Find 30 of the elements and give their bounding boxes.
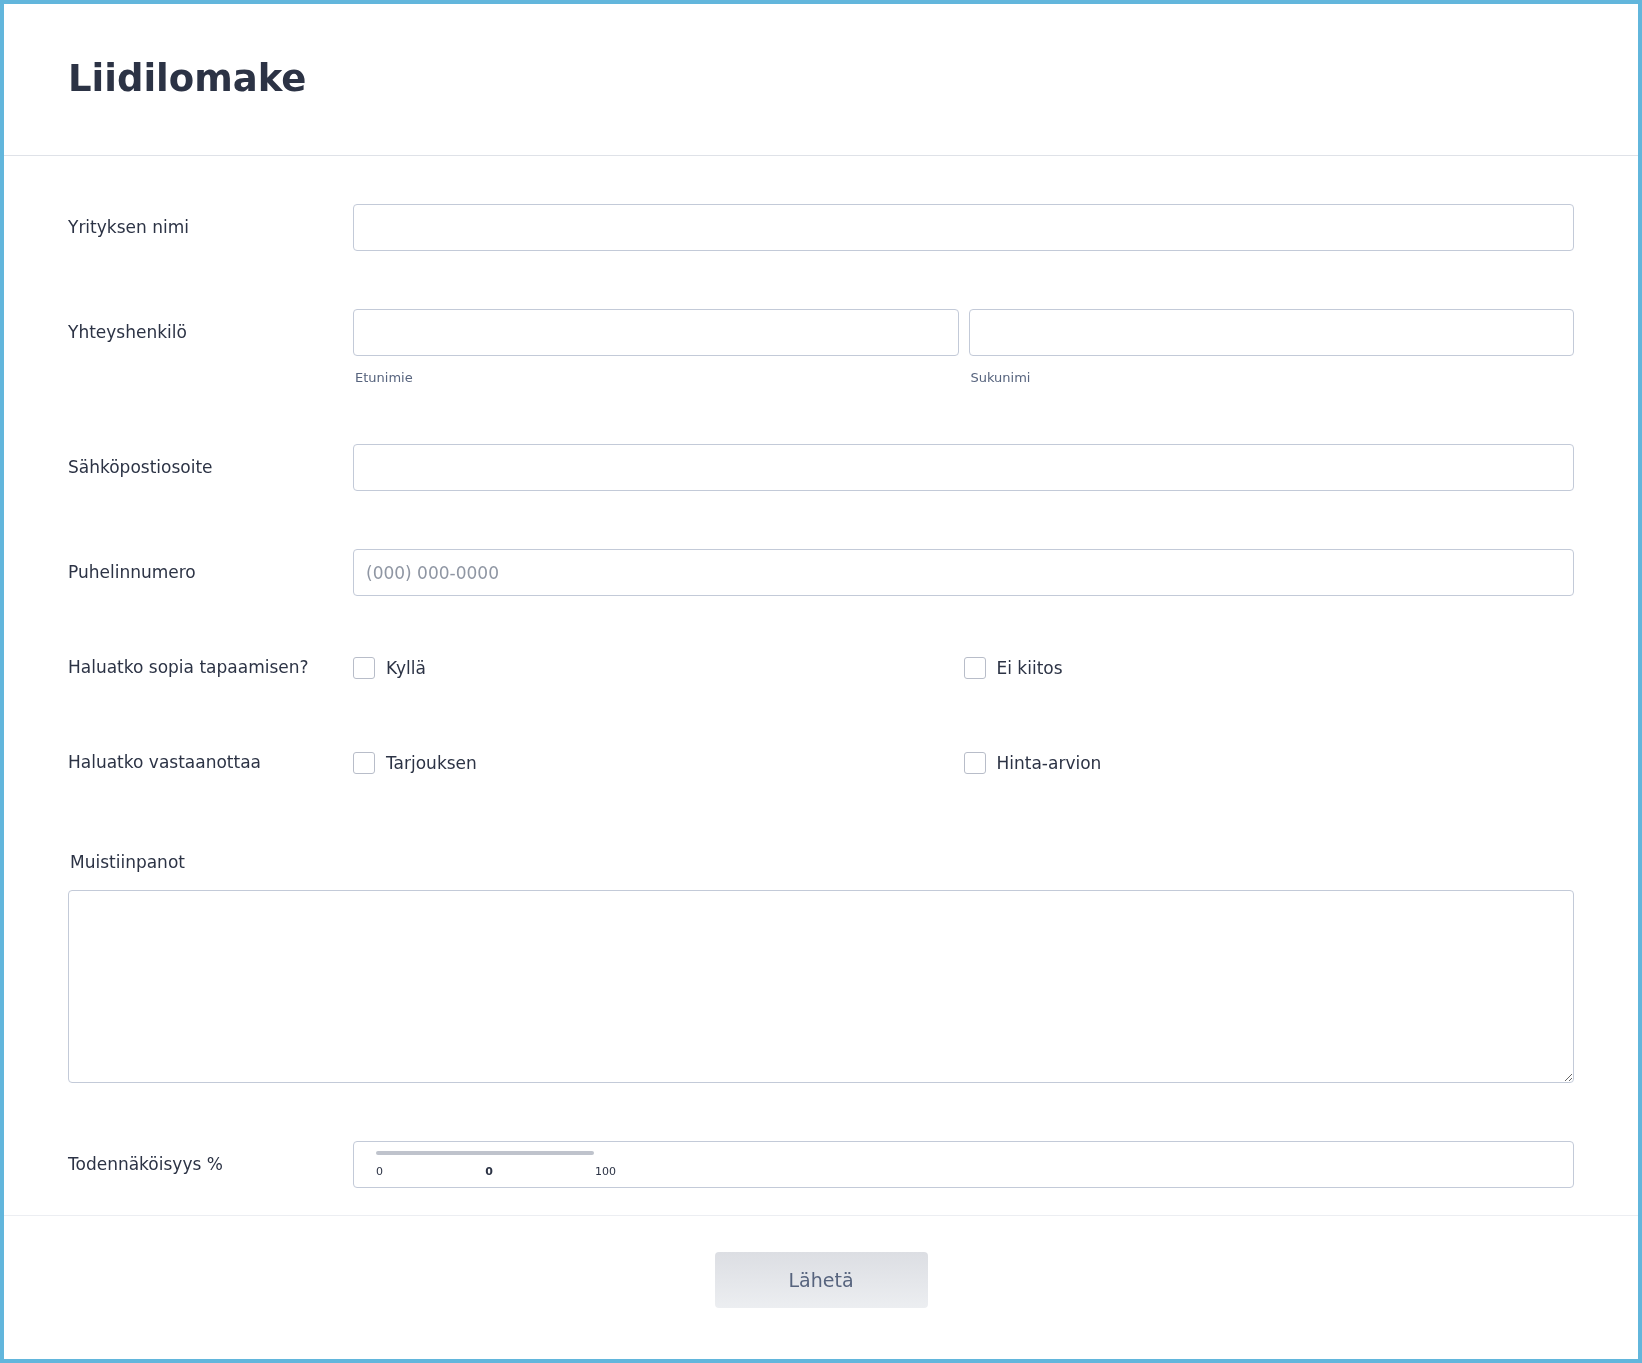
field-label: Haluatko vastaanottaa [68,751,262,774]
text-area[interactable] [68,890,1574,1083]
slider-track[interactable] [376,1151,594,1155]
input-field[interactable] [353,309,959,356]
checkbox[interactable] [353,656,375,679]
field-label: Muistiinpanot [70,852,185,872]
field-sublabel: Sukunimi [970,370,1031,385]
checkbox-label[interactable]: Hinta-arvion [996,752,1102,773]
field-label: Yhteyshenkilö [68,321,188,344]
field-label: Todennäköisyys % [68,1153,224,1176]
slider-min-label: 0 [376,1165,383,1178]
slider-max-label: 100 [595,1165,616,1178]
field-label: Haluatko sopia tapaamisen? [68,656,310,679]
submit-button[interactable]: Lähetä [714,1252,928,1308]
input-field[interactable] [353,204,1574,251]
input-field[interactable] [968,309,1574,356]
checkbox-label[interactable]: Tarjouksen [386,752,477,773]
checkbox[interactable] [963,751,986,774]
checkbox-label[interactable]: Kyllä [386,657,426,678]
checkbox[interactable] [963,656,986,679]
field-label: Puhelinnumero [68,561,197,584]
slider-value: 0 [485,1165,493,1178]
input-field[interactable]: (000) 000-0000 [353,549,1574,596]
form-title: Liidilomake [68,57,307,100]
input-field[interactable] [353,444,1574,491]
field-label: Yrityksen nimi [68,216,190,239]
field-label: Sähköpostiosoite [68,456,214,479]
checkbox-label[interactable]: Ei kiitos [996,657,1063,678]
checkbox[interactable] [353,751,375,774]
field-sublabel: Etunimie [355,370,413,385]
